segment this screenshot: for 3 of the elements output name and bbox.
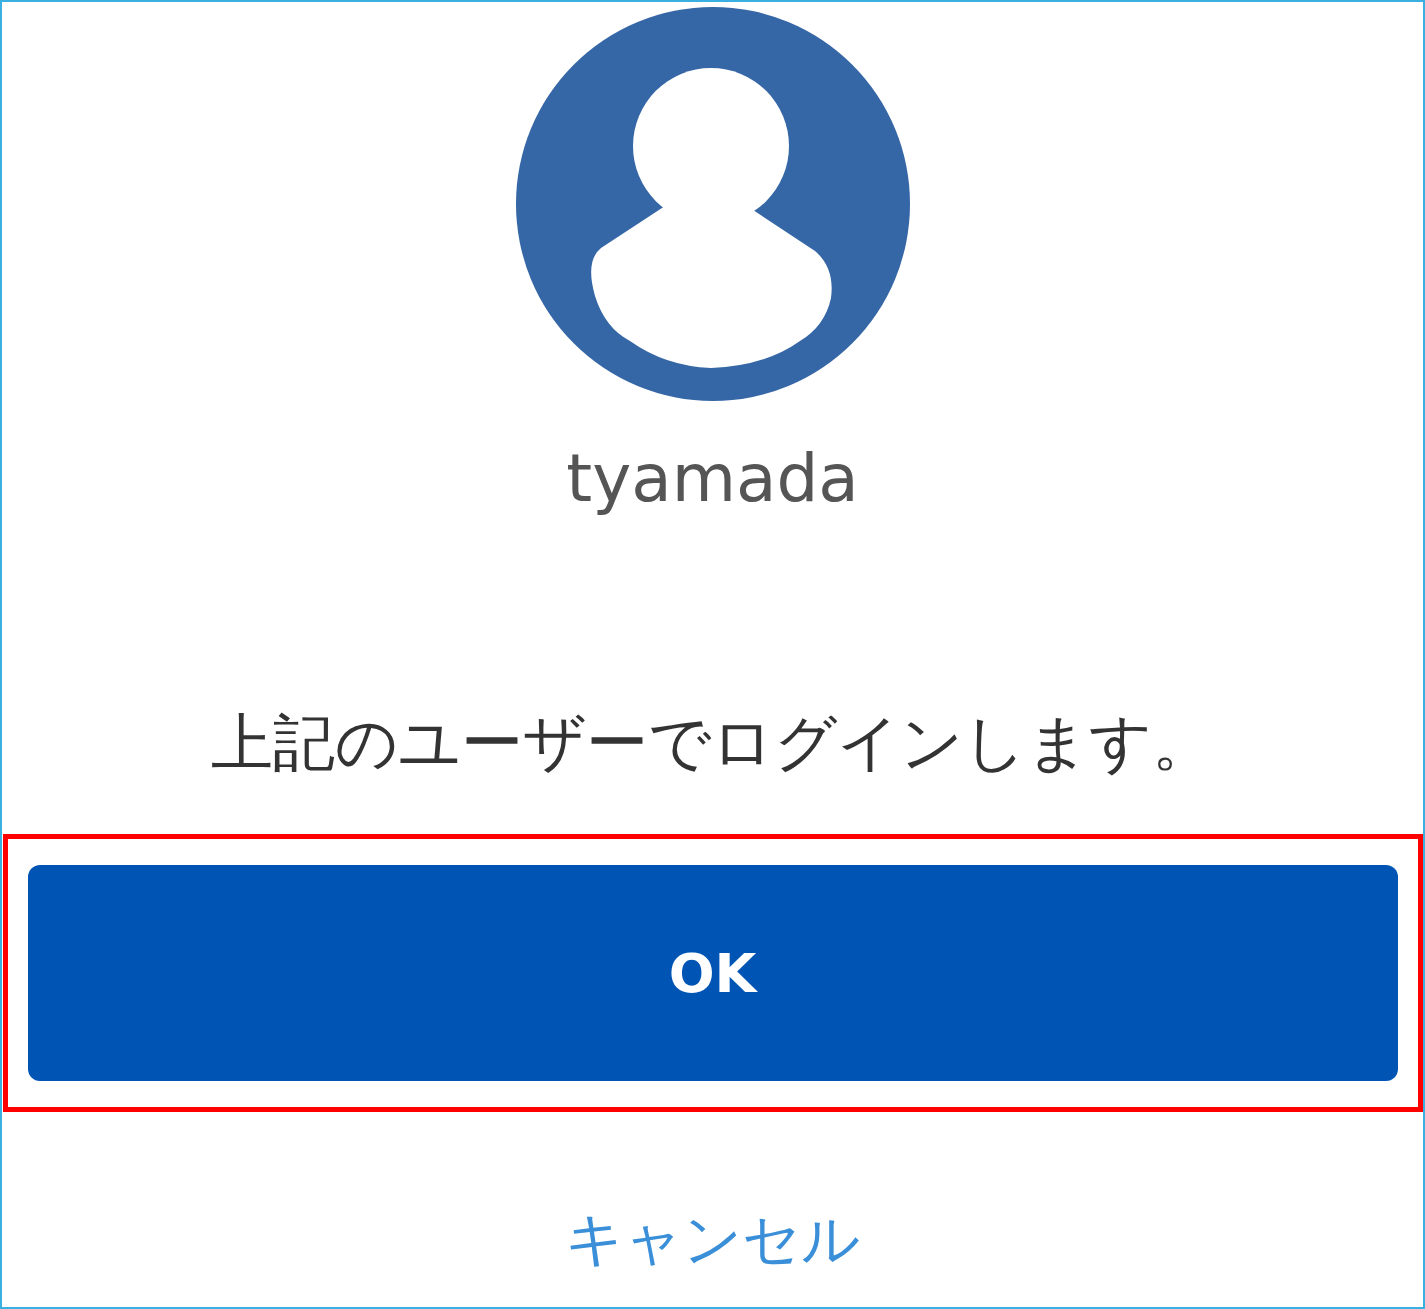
login-message: 上記のユーザーでログインします。 [211,712,1214,774]
ok-button[interactable]: OK [27,865,1398,1081]
avatar-icon [514,6,911,402]
